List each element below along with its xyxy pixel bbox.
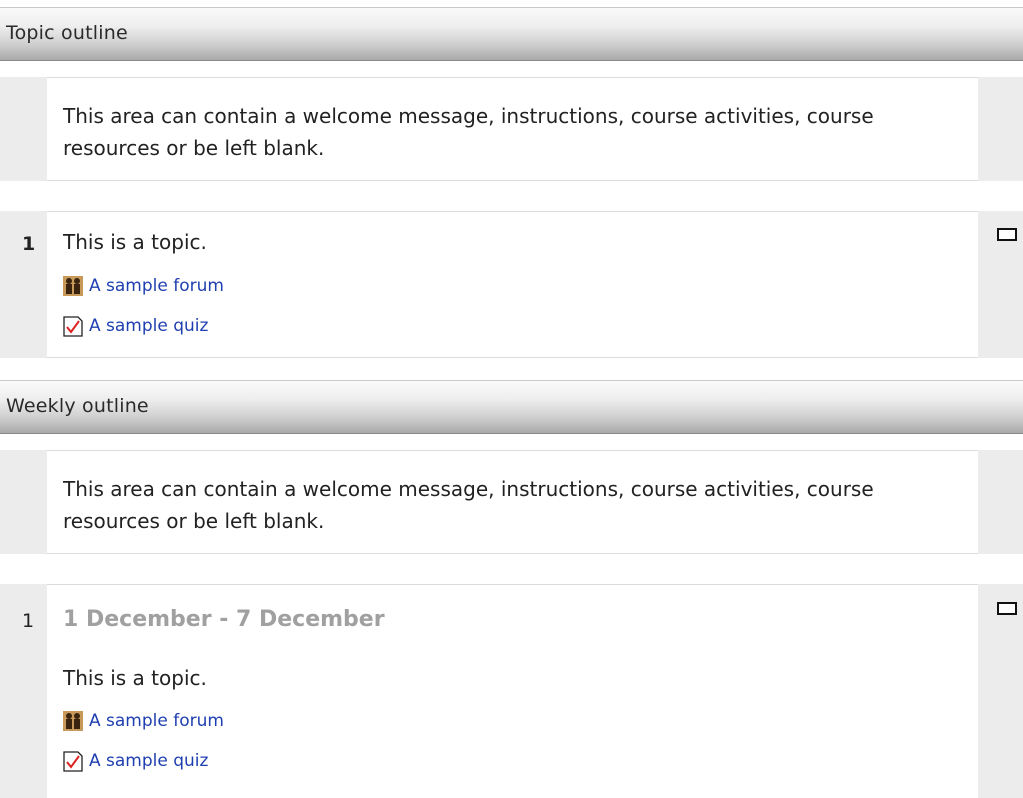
summary-text: This area can contain a welcome message,…: [63, 104, 874, 160]
topic-outline-summary-section: This area can contain a welcome message,…: [0, 77, 1023, 181]
topic-text: This is a topic.: [63, 230, 207, 254]
highlight-checkbox[interactable]: [997, 602, 1017, 615]
summary-content: This area can contain a welcome message,…: [47, 450, 978, 554]
activity-forum[interactable]: A sample forum: [63, 709, 224, 733]
week-section-1: 1 1 December - 7 December This is a topi…: [0, 584, 1023, 798]
topic-text: This is a topic.: [63, 666, 207, 690]
section-number: 1: [22, 610, 35, 632]
activity-forum[interactable]: A sample forum: [63, 274, 224, 298]
forum-link[interactable]: A sample forum: [89, 711, 224, 731]
summary-text: This area can contain a welcome message,…: [63, 477, 874, 533]
quiz-icon: [63, 750, 83, 772]
forum-icon: [63, 276, 83, 296]
forum-link[interactable]: A sample forum: [89, 276, 224, 296]
topic-content: This is a topic. A sample forum A sample…: [47, 211, 978, 358]
forum-icon: [63, 711, 83, 731]
week-title: 1 December - 7 December: [63, 607, 385, 632]
quiz-icon: [63, 315, 83, 337]
weekly-outline-title: Weekly outline: [6, 395, 149, 417]
topic-outline-header: Topic outline: [0, 7, 1023, 61]
week-content: 1 December - 7 December This is a topic.…: [47, 584, 978, 798]
activity-quiz[interactable]: A sample quiz: [63, 749, 208, 773]
topic-outline-title: Topic outline: [6, 22, 128, 44]
highlight-checkbox[interactable]: [997, 228, 1017, 241]
topic-section-1: 1 This is a topic. A sample forum A samp…: [0, 211, 1023, 358]
activity-quiz[interactable]: A sample quiz: [63, 314, 208, 338]
summary-content: This area can contain a welcome message,…: [47, 77, 978, 181]
quiz-link[interactable]: A sample quiz: [89, 316, 208, 336]
section-number: 1: [22, 233, 36, 255]
weekly-outline-summary-section: This area can contain a welcome message,…: [0, 450, 1023, 554]
quiz-link[interactable]: A sample quiz: [89, 751, 208, 771]
weekly-outline-header: Weekly outline: [0, 380, 1023, 434]
